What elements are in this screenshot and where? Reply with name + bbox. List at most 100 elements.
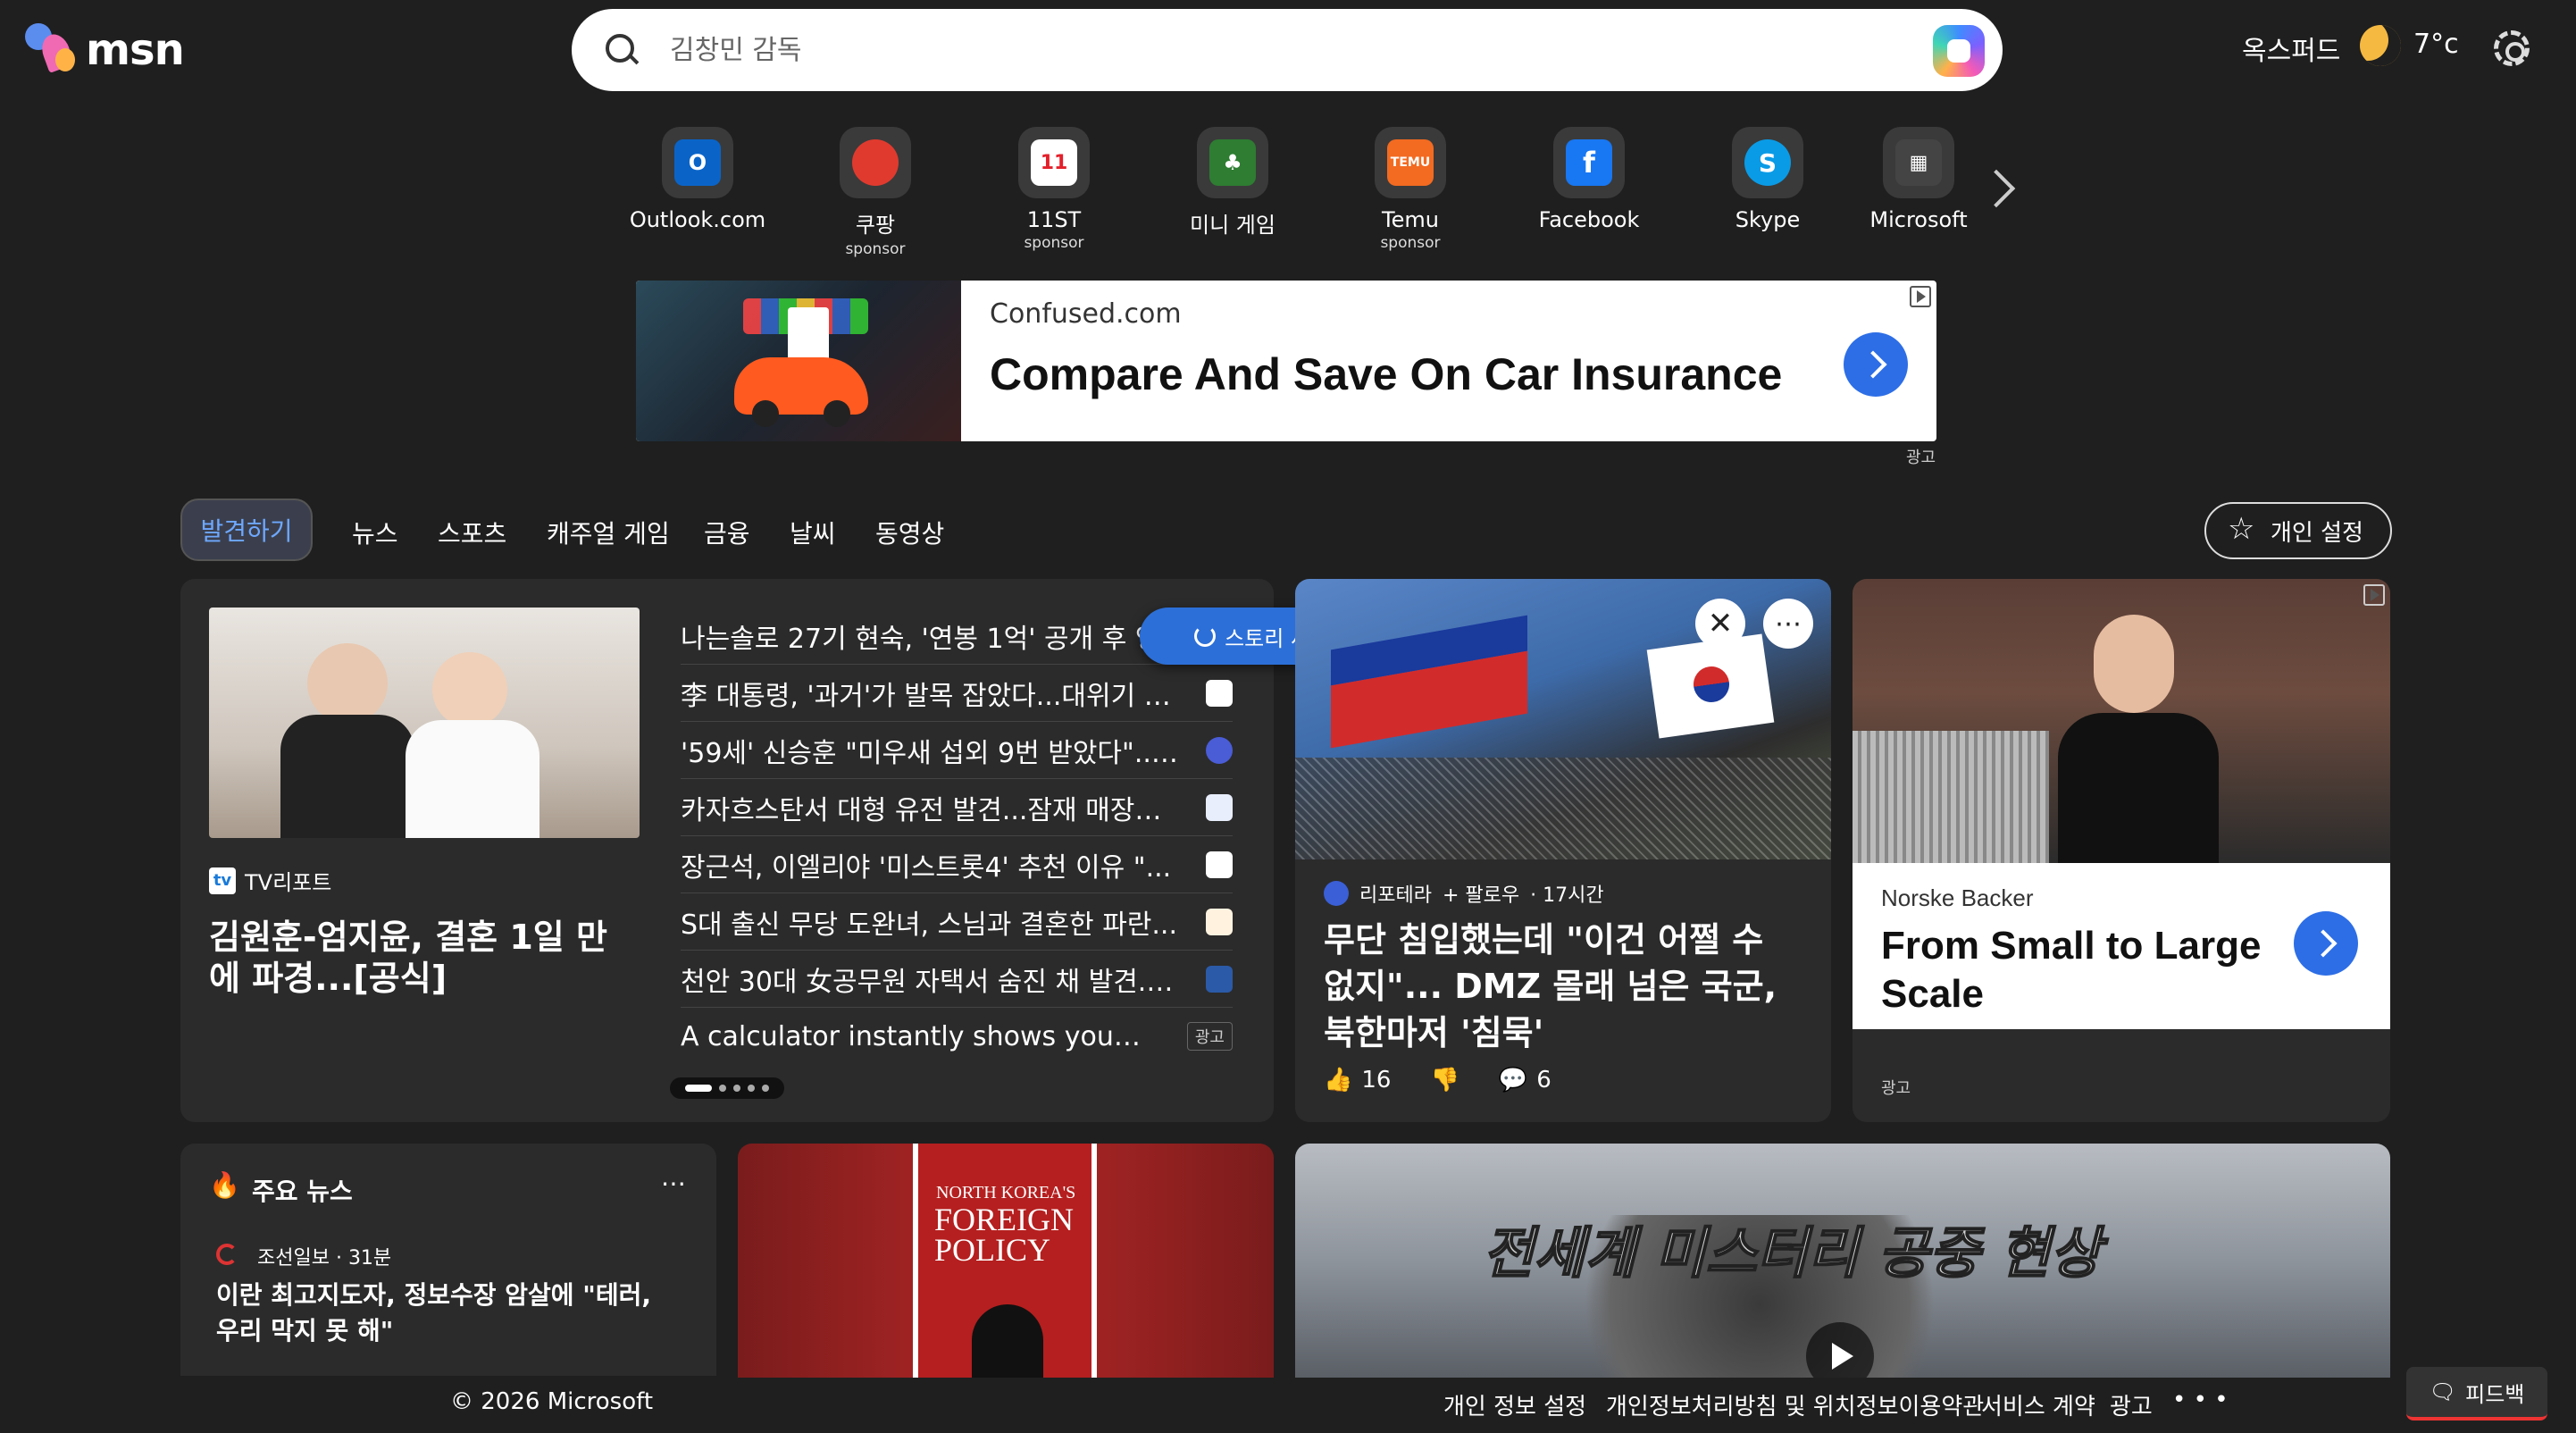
adchoices-icon[interactable] bbox=[2363, 584, 2385, 606]
list-item[interactable]: '59세' 신승훈 "미우새 섭외 9번 받았다"...... bbox=[681, 722, 1233, 779]
list-item[interactable]: 카자흐스탄서 대형 유전 발견...잠재 매장량... bbox=[681, 779, 1233, 836]
book-cover[interactable]: NORTH KOREA'S FOREIGN POLICY bbox=[913, 1144, 1097, 1378]
footer-privacy-settings[interactable]: 개인 정보 설정 bbox=[1443, 1388, 1586, 1421]
shortcut-label: 11ST bbox=[1026, 207, 1082, 232]
carousel-dot[interactable] bbox=[685, 1085, 712, 1092]
personalize-button[interactable]: ☆ 개인 설정 bbox=[2204, 502, 2392, 559]
story-card[interactable]: ✕ ⋯ 리포테라 + 팔로우 · 17시간 무단 침입했는데 "이건 어쩔 수 … bbox=[1295, 579, 1831, 1122]
shortcut-label: Skype bbox=[1735, 207, 1801, 232]
moon-weather-icon[interactable] bbox=[2360, 25, 2401, 66]
personalize-label: 개인 설정 bbox=[2271, 519, 2363, 547]
ad-title[interactable]: Compare And Save On Car Insurance bbox=[990, 348, 1782, 400]
shortcut-mini-games[interactable]: ♣ 미니 게임 bbox=[1157, 127, 1309, 239]
footer-privacy-policy[interactable]: 개인정보처리방침 및 위치정보이용약관 bbox=[1606, 1388, 1984, 1421]
comment-icon[interactable]: 💬 bbox=[1499, 1067, 1527, 1094]
refresh-icon bbox=[1194, 625, 1217, 647]
msn-butterfly-icon bbox=[23, 21, 80, 79]
footer-more-icon[interactable]: • • • bbox=[2172, 1387, 2229, 1413]
carousel-dot[interactable] bbox=[748, 1085, 755, 1092]
list-item-ad[interactable]: A calculator instantly shows you your...… bbox=[681, 1008, 1233, 1065]
follow-button[interactable]: + 팔로우 bbox=[1443, 879, 1519, 908]
thumbs-down-icon[interactable]: 👎 bbox=[1430, 1067, 1459, 1094]
story-meta: 리포테라 + 팔로우 · 17시간 bbox=[1324, 879, 1604, 908]
top-news-headline[interactable]: 이란 최고지도자, 정보수장 암살에 "테러, 우리 막지 못 해" bbox=[216, 1278, 681, 1349]
weather-temperature[interactable]: 7°c bbox=[2413, 29, 2459, 60]
logo-text: msn bbox=[86, 25, 185, 75]
shortcut-label: Microsoft bbox=[1869, 207, 1968, 232]
copilot-icon[interactable] bbox=[1933, 25, 1985, 77]
dmz-flag-photo[interactable] bbox=[1295, 579, 1831, 859]
side-ad-card[interactable]: Norske Backer From Small to Large Scale … bbox=[1853, 579, 2390, 1122]
list-item[interactable]: 李 대통령, '과거'가 발목 잡았다...대위기 직... bbox=[681, 665, 1233, 722]
feature-source[interactable]: tv TV리포트 bbox=[209, 865, 331, 896]
search-bar[interactable] bbox=[572, 9, 2003, 91]
tab-discover[interactable]: 발견하기 bbox=[180, 499, 313, 561]
more-options-icon[interactable]: ⋯ bbox=[661, 1169, 686, 1198]
top-news-source[interactable]: 조선일보 · 31분 bbox=[257, 1242, 391, 1270]
story-headline[interactable]: 무단 침입했는데 "이건 어쩔 수 없지"... DMZ 몰래 넘은 국군, 북… bbox=[1324, 917, 1806, 1056]
cards-icon: ♣ bbox=[1209, 139, 1256, 186]
carousel-dot[interactable] bbox=[719, 1085, 726, 1092]
adchoices-icon[interactable] bbox=[1910, 286, 1931, 307]
shortcut-coupang[interactable]: 쿠팡 sponsor bbox=[799, 127, 951, 258]
feedback-button[interactable]: 🗨 피드백 bbox=[2406, 1367, 2547, 1420]
feature-headline[interactable]: 김원훈-엄지윤, 결혼 1일 만에 파경...[공식] bbox=[209, 917, 629, 999]
ad-label: 광고 bbox=[1906, 448, 1936, 467]
close-icon[interactable]: ✕ bbox=[1695, 599, 1745, 649]
list-item[interactable]: 천안 30대 女공무원 자택서 숨진 채 발견... ... bbox=[681, 951, 1233, 1008]
shortcut-microsoft-store[interactable]: ▦ Microsoft bbox=[1843, 127, 1995, 232]
chosun-icon bbox=[216, 1244, 238, 1265]
top-news-card: 🔥 주요 뉴스 ⋯ 조선일보 · 31분 이란 최고지도자, 정보수장 암살에 … bbox=[180, 1144, 716, 1376]
ad-arrow-icon[interactable] bbox=[2294, 911, 2358, 976]
tab-finance[interactable]: 금융 bbox=[704, 515, 750, 550]
coupang-icon bbox=[852, 139, 899, 186]
footer-service-agreement[interactable]: 서비스 계약 bbox=[1981, 1388, 2095, 1421]
carousel-dots[interactable] bbox=[670, 1077, 784, 1099]
video-overlay-text: 전세계 미스터리 공중 현상 bbox=[1482, 1219, 2102, 1286]
source-icon bbox=[1206, 965, 1233, 993]
weather-location[interactable]: 옥스퍼드 bbox=[2242, 29, 2340, 68]
wedding-photo[interactable] bbox=[209, 608, 640, 838]
list-item[interactable]: 장근석, 이엘리야 '미스트롯4' 추천 이유 "... bbox=[681, 836, 1233, 893]
search-icon[interactable] bbox=[604, 32, 640, 68]
footer-ads[interactable]: 광고 bbox=[2110, 1388, 2153, 1421]
tab-casual-games[interactable]: 캐주얼 게임 bbox=[547, 515, 670, 550]
book-news-card[interactable]: NORTH KOREA'S FOREIGN POLICY bbox=[738, 1144, 1274, 1378]
shortcut-label: 미니 게임 bbox=[1190, 213, 1275, 238]
tab-news[interactable]: 뉴스 bbox=[352, 515, 398, 550]
sponsor-label: sponsor bbox=[845, 240, 906, 258]
facebook-icon: f bbox=[1566, 139, 1612, 186]
thumbs-up-icon[interactable]: 👍 bbox=[1324, 1067, 1352, 1094]
feedback-label: 피드백 bbox=[2465, 1381, 2525, 1407]
search-input[interactable] bbox=[670, 34, 1831, 66]
tab-sports[interactable]: 스포츠 bbox=[438, 515, 506, 550]
copyright: © 2026 Microsoft bbox=[450, 1388, 654, 1415]
shortcut-11st[interactable]: 11 11ST sponsor bbox=[978, 127, 1130, 252]
flame-icon: 🔥 bbox=[209, 1170, 240, 1200]
shortcut-label: 쿠팡 bbox=[855, 213, 896, 238]
list-item[interactable]: S대 출신 무당 도완녀, 스님과 결혼한 파란... bbox=[681, 893, 1233, 951]
video-card[interactable]: 전세계 미스터리 공중 현상 bbox=[1295, 1144, 2390, 1378]
factory-worker-photo[interactable] bbox=[1853, 579, 2390, 863]
side-ad-body[interactable]: Norske Backer From Small to Large Scale bbox=[1853, 863, 2390, 1029]
tab-video[interactable]: 동영상 bbox=[875, 515, 944, 550]
shortcut-temu[interactable]: TEMU Temu sponsor bbox=[1334, 127, 1486, 252]
story-time: · 17시간 bbox=[1530, 884, 1604, 907]
side-ad-source: Norske Backer bbox=[1881, 884, 2034, 911]
shortcut-skype[interactable]: S Skype bbox=[1692, 127, 1844, 232]
more-options-icon[interactable]: ⋯ bbox=[1763, 599, 1813, 649]
shortcut-label: Outlook.com bbox=[629, 207, 766, 232]
carousel-dot[interactable] bbox=[762, 1085, 769, 1092]
shortcut-outlook[interactable]: O Outlook.com bbox=[622, 127, 774, 232]
msn-logo[interactable]: msn bbox=[23, 21, 185, 79]
carousel-dot[interactable] bbox=[733, 1085, 740, 1092]
ad-arrow-icon[interactable] bbox=[1844, 332, 1908, 397]
side-ad-title[interactable]: From Small to Large Scale bbox=[1881, 922, 2274, 1018]
shortcut-facebook[interactable]: f Facebook bbox=[1513, 127, 1665, 232]
11st-icon: 11 bbox=[1031, 139, 1077, 186]
settings-gear-icon[interactable] bbox=[2494, 30, 2530, 66]
tab-weather[interactable]: 날씨 bbox=[790, 515, 836, 550]
story-source[interactable]: 리포테라 bbox=[1359, 879, 1432, 908]
top-ad-banner[interactable]: Confused.com Compare And Save On Car Ins… bbox=[636, 281, 1936, 441]
shortcut-label: Temu bbox=[1382, 207, 1439, 232]
